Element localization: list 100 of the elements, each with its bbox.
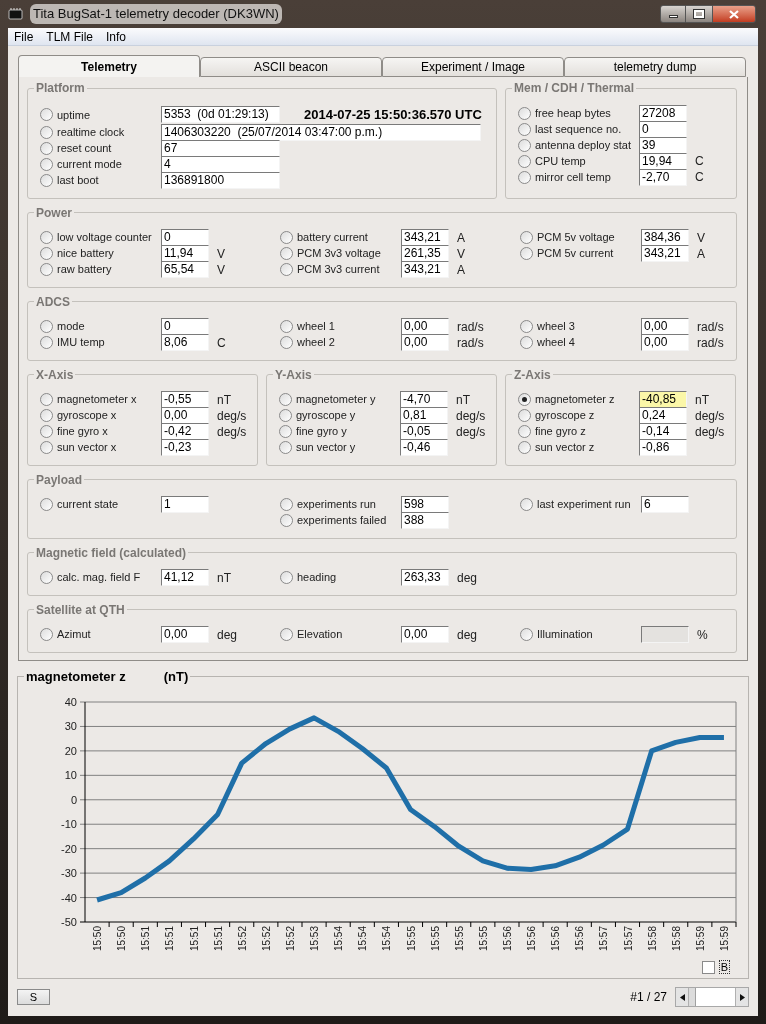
radio-button[interactable]: [520, 247, 533, 260]
menu-item[interactable]: File: [14, 27, 34, 46]
radio-button[interactable]: [518, 441, 531, 454]
radio-button[interactable]: [40, 409, 53, 422]
horizontal-scrollbar[interactable]: [675, 987, 749, 1007]
radio-button[interactable]: [40, 263, 53, 276]
value-field[interactable]: 8,06: [161, 334, 209, 351]
radio-button[interactable]: [518, 106, 531, 120]
radio-button[interactable]: [40, 425, 53, 438]
radio-button[interactable]: [520, 336, 533, 349]
value-field[interactable]: 1406303220 (25/07/2014 03:47:00 p.m.): [161, 124, 481, 141]
radio-button[interactable]: [280, 498, 293, 511]
radio-button[interactable]: [280, 247, 293, 260]
value-field[interactable]: 0,00: [401, 626, 449, 643]
unit-label: deg/s: [217, 423, 247, 441]
radio-button[interactable]: [40, 571, 53, 584]
menu-item[interactable]: TLM File: [46, 27, 93, 46]
value-field[interactable]: 5353 (0d 01:29:13): [161, 106, 280, 124]
radio-button[interactable]: [280, 628, 293, 641]
field-label: last sequence no.: [535, 121, 623, 137]
radio-button[interactable]: [518, 138, 531, 152]
radio-button[interactable]: [520, 628, 533, 641]
value-field[interactable]: -0,86: [639, 439, 687, 456]
radio-button[interactable]: [40, 231, 53, 244]
radio-button[interactable]: [518, 122, 531, 136]
value-field[interactable]: 136891800: [161, 172, 280, 189]
value-field[interactable]: 263,33: [401, 569, 449, 586]
radio-button[interactable]: [279, 425, 292, 438]
s-button[interactable]: S: [17, 989, 50, 1005]
timestamp: 2014-07-25 15:50:36.570 UTC: [304, 106, 482, 124]
close-button[interactable]: [712, 5, 756, 23]
x-tick-label: 15:54: [357, 926, 369, 952]
radio-button[interactable]: [40, 498, 53, 511]
value-field[interactable]: 388: [401, 512, 449, 529]
scroll-left-icon[interactable]: [676, 988, 689, 1006]
radio-button[interactable]: [518, 425, 531, 438]
value-field[interactable]: 343,21: [401, 261, 449, 278]
radio-button[interactable]: [40, 628, 53, 641]
radio-button[interactable]: [518, 154, 531, 168]
value-field[interactable]: 65,54: [161, 261, 209, 278]
field-label: experiments run: [297, 497, 377, 513]
value-field[interactable]: 0,00: [641, 334, 689, 351]
value-field[interactable]: 343,21: [641, 245, 689, 262]
minimize-button[interactable]: [660, 5, 686, 23]
scroll-right-icon[interactable]: [735, 988, 748, 1006]
value-field[interactable]: 6: [641, 496, 689, 513]
tab[interactable]: Experiment / Image: [382, 57, 564, 77]
radio-button[interactable]: [518, 170, 531, 184]
radio-button[interactable]: [280, 320, 293, 333]
field-label: magnetometer z: [535, 392, 616, 408]
value-field[interactable]: 0,00: [401, 334, 449, 351]
checkbox[interactable]: [701, 960, 715, 974]
radio-button[interactable]: [40, 247, 53, 260]
radio-button[interactable]: [279, 393, 292, 406]
unit-label: nT: [217, 569, 231, 587]
radio-button[interactable]: [40, 126, 53, 139]
x-tick-label: 15:51: [140, 926, 152, 952]
value-field[interactable]: 41,12: [161, 569, 209, 586]
field-label: antenna deploy stat: [535, 137, 633, 153]
chart-title: magnetometer z: [25, 667, 126, 686]
radio-button[interactable]: [40, 320, 53, 333]
radio-button[interactable]: [279, 441, 292, 454]
value-field[interactable]: -0,23: [161, 439, 209, 456]
field-label: gyroscope z: [535, 408, 596, 424]
field-label: battery current: [297, 230, 369, 246]
x-tick-label: 15:57: [598, 926, 610, 952]
radio-button[interactable]: [280, 336, 293, 349]
value-field[interactable]: 27208: [639, 104, 687, 122]
value-field[interactable]: -0,46: [400, 439, 448, 456]
radio-button[interactable]: [520, 231, 533, 244]
menu-item[interactable]: Info: [106, 27, 127, 46]
unit-label: C: [695, 169, 704, 186]
unit-label: rad/s: [697, 318, 724, 336]
value-field[interactable]: [641, 626, 689, 643]
value-field[interactable]: 0,00: [161, 626, 209, 643]
y-tick-label: 10: [64, 769, 77, 782]
radio-button[interactable]: [40, 336, 53, 349]
radio-button[interactable]: [280, 231, 293, 244]
radio-button[interactable]: [518, 409, 531, 422]
maximize-button[interactable]: [686, 5, 712, 23]
value-field[interactable]: 1: [161, 496, 209, 513]
radio-button[interactable]: [40, 142, 53, 155]
radio-button[interactable]: [40, 393, 53, 406]
radio-button[interactable]: [40, 158, 53, 171]
y-tick-label: -20: [61, 842, 77, 855]
tab[interactable]: telemetry dump: [564, 57, 746, 77]
radio-button[interactable]: [280, 514, 293, 527]
radio-button[interactable]: [40, 108, 53, 122]
unit-label: A: [697, 245, 705, 263]
radio-button[interactable]: [518, 393, 531, 406]
scroll-thumb[interactable]: [689, 988, 696, 1006]
radio-button[interactable]: [520, 320, 533, 333]
radio-button[interactable]: [279, 409, 292, 422]
radio-button[interactable]: [280, 571, 293, 584]
radio-button[interactable]: [40, 441, 53, 454]
radio-button[interactable]: [40, 174, 53, 187]
radio-button[interactable]: [280, 263, 293, 276]
tab[interactable]: ASCII beacon: [200, 57, 382, 77]
radio-button[interactable]: [520, 498, 533, 511]
tab[interactable]: Telemetry: [18, 55, 200, 77]
